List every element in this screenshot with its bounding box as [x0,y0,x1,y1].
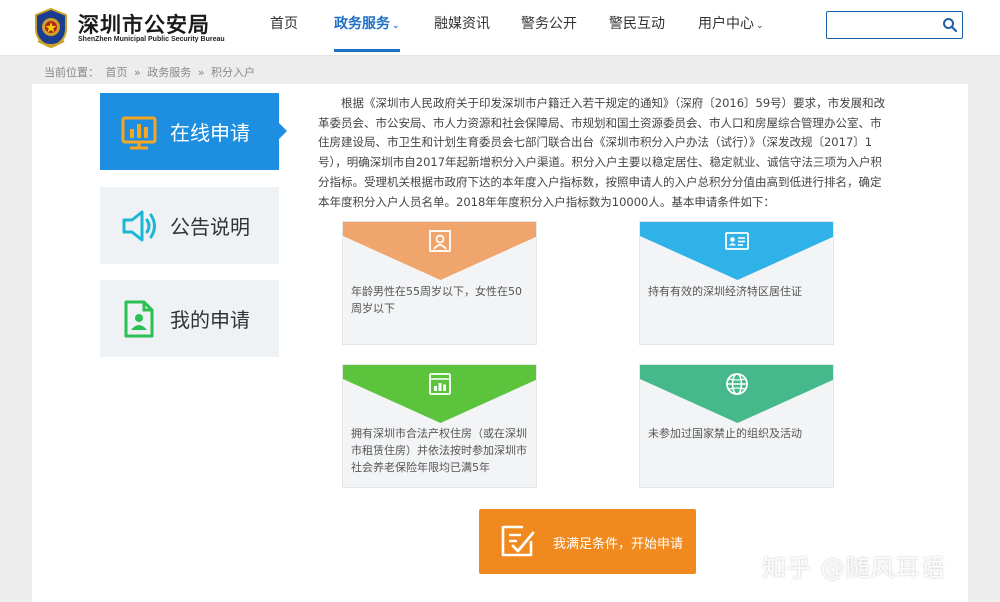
globe-icon [726,373,748,395]
breadcrumb-current: 积分入户 [210,66,255,79]
breadcrumb-home[interactable]: 首页 [106,66,128,79]
condition-card-no-banned-activity: 未参加过国家禁止的组织及活动 [639,364,834,488]
nav-police-interaction[interactable]: 警民互动 [609,0,665,56]
tab-my-applications[interactable]: 我的申请 [100,280,279,357]
active-tab-arrow [279,123,287,139]
nav-police-disclosure-label: 警务公开 [521,16,577,32]
breadcrumb-prefix: 当前位置： [44,66,99,79]
tab-announcement[interactable]: 公告说明 [100,187,279,264]
checklist-icon [501,525,535,557]
id-card-icon [725,232,749,250]
nav-user-center-label: 用户中心 [698,16,754,32]
nav-media-news-label: 融媒资讯 [434,16,490,32]
condition-text: 年龄男性在55周岁以下，女性在50周岁以下 [351,285,522,315]
condition-card-housing-insurance: 拥有深圳市合法产权住房（或在深圳市租赁住房）并依法按时参加深圳市社会养老保险年限… [342,364,537,488]
tab-announcement-label: 公告说明 [170,215,250,239]
nav-user-center[interactable]: 用户中心 ⌄ [698,0,764,56]
search-icon[interactable] [942,17,958,33]
chevron-down-icon: ⌄ [756,21,764,31]
start-application-button[interactable]: 我满足条件，开始申请 [479,509,696,574]
nav-police-disclosure[interactable]: 警务公开 [521,0,577,56]
search-box [826,11,963,39]
condition-card-residence-permit: 持有有效的深圳经济特区居住证 [639,221,834,345]
site-title: 深圳市公安局 [78,13,210,37]
nav-home[interactable]: 首页 [270,0,298,56]
chevron-down-icon: ⌄ [392,21,400,31]
start-application-label: 我满足条件，开始申请 [553,537,684,552]
stats-icon [429,373,451,395]
site-subtitle: ShenZhen Municipal Public Security Burea… [78,36,225,43]
nav-media-news[interactable]: 融媒资讯 [434,0,490,56]
nav-government-services[interactable]: 政务服务 ⌄ [334,0,400,56]
person-icon [429,230,451,252]
speaker-icon [122,210,156,242]
breadcrumb-separator: » [197,66,205,79]
police-emblem-icon [35,7,67,49]
document-user-icon [124,300,154,338]
bar-chart-icon [121,116,157,150]
tab-my-applications-label: 我的申请 [170,308,250,332]
nav-police-interaction-label: 警民互动 [609,16,665,32]
breadcrumb: 当前位置： 首页 » 政务服务 » 积分入户 [44,64,258,80]
search-input[interactable] [831,15,939,35]
condition-text: 拥有深圳市合法产权住房（或在深圳市租赁住房）并依法按时参加深圳市社会养老保险年限… [351,427,527,474]
tab-online-application[interactable]: 在线申请 [100,93,287,170]
condition-text: 未参加过国家禁止的组织及活动 [648,427,802,440]
intro-text: 根据《深圳市人民政府关于印发深圳市户籍迁入若干规定的通知》（深府〔2016〕59… [318,96,886,209]
condition-text: 持有有效的深圳经济特区居住证 [648,285,802,298]
nav-government-services-label: 政务服务 [334,16,390,32]
breadcrumb-separator: » [134,66,141,79]
site-logo[interactable]: 深圳市公安局 ShenZhen Municipal Public Securit… [30,7,230,49]
site-header: 深圳市公安局 ShenZhen Municipal Public Securit… [0,0,1000,56]
watermark: 知乎 @随风耳语 [762,554,946,582]
breadcrumb-government-services[interactable]: 政务服务 [147,66,191,79]
condition-card-age: 年龄男性在55周岁以下，女性在50周岁以下 [342,221,537,345]
nav-home-label: 首页 [270,16,298,32]
active-nav-underline [334,49,400,52]
tab-online-application-label: 在线申请 [170,121,250,145]
